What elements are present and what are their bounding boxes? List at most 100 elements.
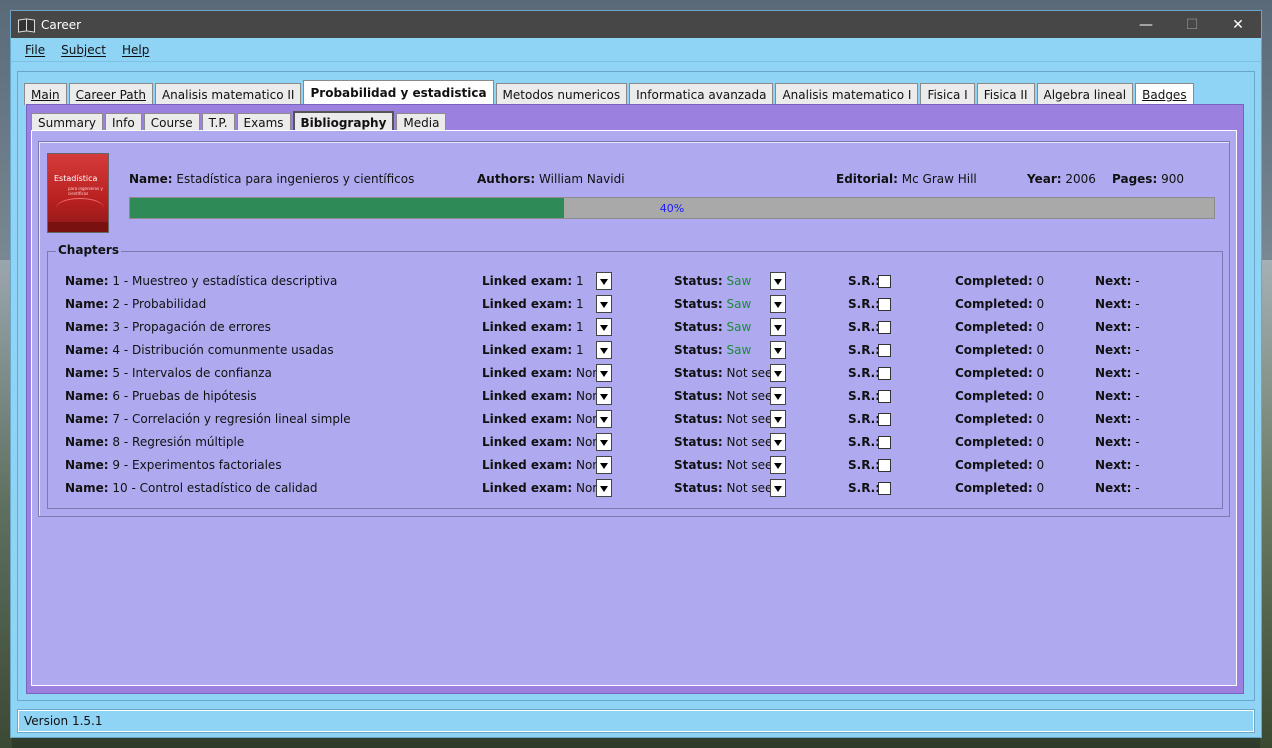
status-dropdown[interactable] [770,272,786,290]
sr-checkbox[interactable] [878,436,891,449]
status-dropdown[interactable] [770,456,786,474]
bibliography-panel: Estadística para ingenieros y científico… [31,130,1237,686]
chapter-completed: Completed: 0 [955,412,1044,426]
chapter-completed: Completed: 0 [955,389,1044,403]
sr-checkbox[interactable] [878,482,891,495]
chapters-group: Chapters Name: 1 - Muestreo y estadístic… [47,243,1223,509]
chapter-status: Status: Not seen [674,412,780,426]
chapter-completed: Completed: 0 [955,274,1044,288]
chapter-name: Name: 6 - Pruebas de hipótesis [65,389,257,403]
tab-badges[interactable]: Badges [1135,83,1194,105]
status-dropdown[interactable] [770,433,786,451]
book-authors-label: Authors: [477,172,536,186]
sr-checkbox[interactable] [878,413,891,426]
chapter-name-label: Name: [65,389,109,403]
close-button[interactable]: ✕ [1215,11,1261,38]
chapter-status: Status: Saw [674,343,751,357]
sr-checkbox[interactable] [878,321,891,334]
sr-checkbox[interactable] [878,390,891,403]
menu-subject[interactable]: Subject [53,43,114,57]
tab-main[interactable]: Main [24,83,67,105]
chapter-name: Name: 3 - Propagación de errores [65,320,271,334]
chapter-name-label: Name: [65,297,109,311]
tab-analisis-matematico-ii[interactable]: Analisis matematico II [154,83,302,105]
sr-checkbox[interactable] [878,298,891,311]
next-value: - [1135,435,1140,449]
next-label: Next: [1095,458,1132,472]
title-bar[interactable]: Career — ☐ ✕ [11,11,1261,38]
status-dropdown[interactable] [770,364,786,382]
menu-help[interactable]: Help [114,43,157,57]
next-label: Next: [1095,274,1132,288]
linked-exam-dropdown[interactable] [596,341,612,359]
minimize-button[interactable]: — [1123,11,1169,38]
sr-checkbox[interactable] [878,459,891,472]
linked-exam-dropdown[interactable] [596,410,612,428]
status-dropdown[interactable] [770,410,786,428]
completed-label: Completed: [955,274,1033,288]
completed-value: 0 [1036,481,1045,495]
tab-informatica-avanzada[interactable]: Informatica avanzada [629,83,774,105]
sr-label: S.R.: [848,458,881,472]
maximize-button[interactable]: ☐ [1169,11,1215,38]
book-year-label: Year: [1027,172,1062,186]
tab-algebra-lineal[interactable]: Algebra lineal [1036,83,1134,105]
tab-fisica-ii[interactable]: Fisica II [976,83,1035,105]
linked-exam-dropdown[interactable] [596,456,612,474]
completed-value: 0 [1036,274,1045,288]
linked-exam-dropdown[interactable] [596,272,612,290]
linked-exam-dropdown[interactable] [596,433,612,451]
tab-analisis-matematico-i[interactable]: Analisis matematico I [775,83,919,105]
tab-career-path[interactable]: Career Path [68,83,153,105]
completed-value: 0 [1036,320,1045,334]
sr-checkbox[interactable] [878,367,891,380]
progress-text: 40% [659,201,685,215]
tab-probabilidad-y-estadistica[interactable]: Probabilidad y estadistica [303,80,494,105]
tab-bibliography[interactable]: Bibliography [292,111,395,132]
chapter-name-value: 8 - Regresión múltiple [112,435,245,449]
status-dropdown[interactable] [770,318,786,336]
tab-metodos-numericos[interactable]: Metodos numericos [495,83,628,105]
chapter-completed: Completed: 0 [955,458,1044,472]
book-cover-graphic [56,198,104,218]
completed-label: Completed: [955,320,1033,334]
sr-checkbox[interactable] [878,344,891,357]
linked-exam-label: Linked exam: [482,481,573,495]
linked-exam-value: 1 [575,274,584,288]
status-label: Status: [674,458,723,472]
chapter-completed: Completed: 0 [955,297,1044,311]
book-editorial: Editorial: Mc Graw Hill [836,172,977,186]
status-dropdown[interactable] [770,479,786,497]
completed-label: Completed: [955,389,1033,403]
next-label: Next: [1095,366,1132,380]
status-dropdown[interactable] [770,341,786,359]
chapter-linked-exam: Linked exam: None [482,458,607,472]
book-authors: Authors: William Navidi [477,172,625,186]
sr-checkbox[interactable] [878,275,891,288]
completed-value: 0 [1036,435,1045,449]
next-label: Next: [1095,343,1132,357]
linked-exam-dropdown[interactable] [596,479,612,497]
linked-exam-dropdown[interactable] [596,387,612,405]
linked-exam-dropdown[interactable] [596,295,612,313]
status-label: Status: [674,320,723,334]
linked-exam-dropdown[interactable] [596,364,612,382]
book-pages: Pages: 900 [1112,172,1184,186]
chapter-row: Name: 4 - Distribución comunmente usadas… [48,341,1222,361]
status-value: Saw [726,297,752,311]
menu-file[interactable]: File [17,43,53,57]
status-dropdown[interactable] [770,295,786,313]
book-cover-title: Estadística [54,174,98,183]
book-name-value: Estadística para ingenieros y científico… [176,172,415,186]
status-label: Status: [674,274,723,288]
tab-fisica-i[interactable]: Fisica I [920,83,975,105]
next-value: - [1135,274,1140,288]
chapter-status: Status: Not seen [674,435,780,449]
sr-label: S.R.: [848,343,881,357]
chapter-name: Name: 8 - Regresión múltiple [65,435,244,449]
book-editorial-value: Mc Graw Hill [901,172,977,186]
chapter-name-label: Name: [65,274,109,288]
linked-exam-dropdown[interactable] [596,318,612,336]
completed-label: Completed: [955,412,1033,426]
status-dropdown[interactable] [770,387,786,405]
